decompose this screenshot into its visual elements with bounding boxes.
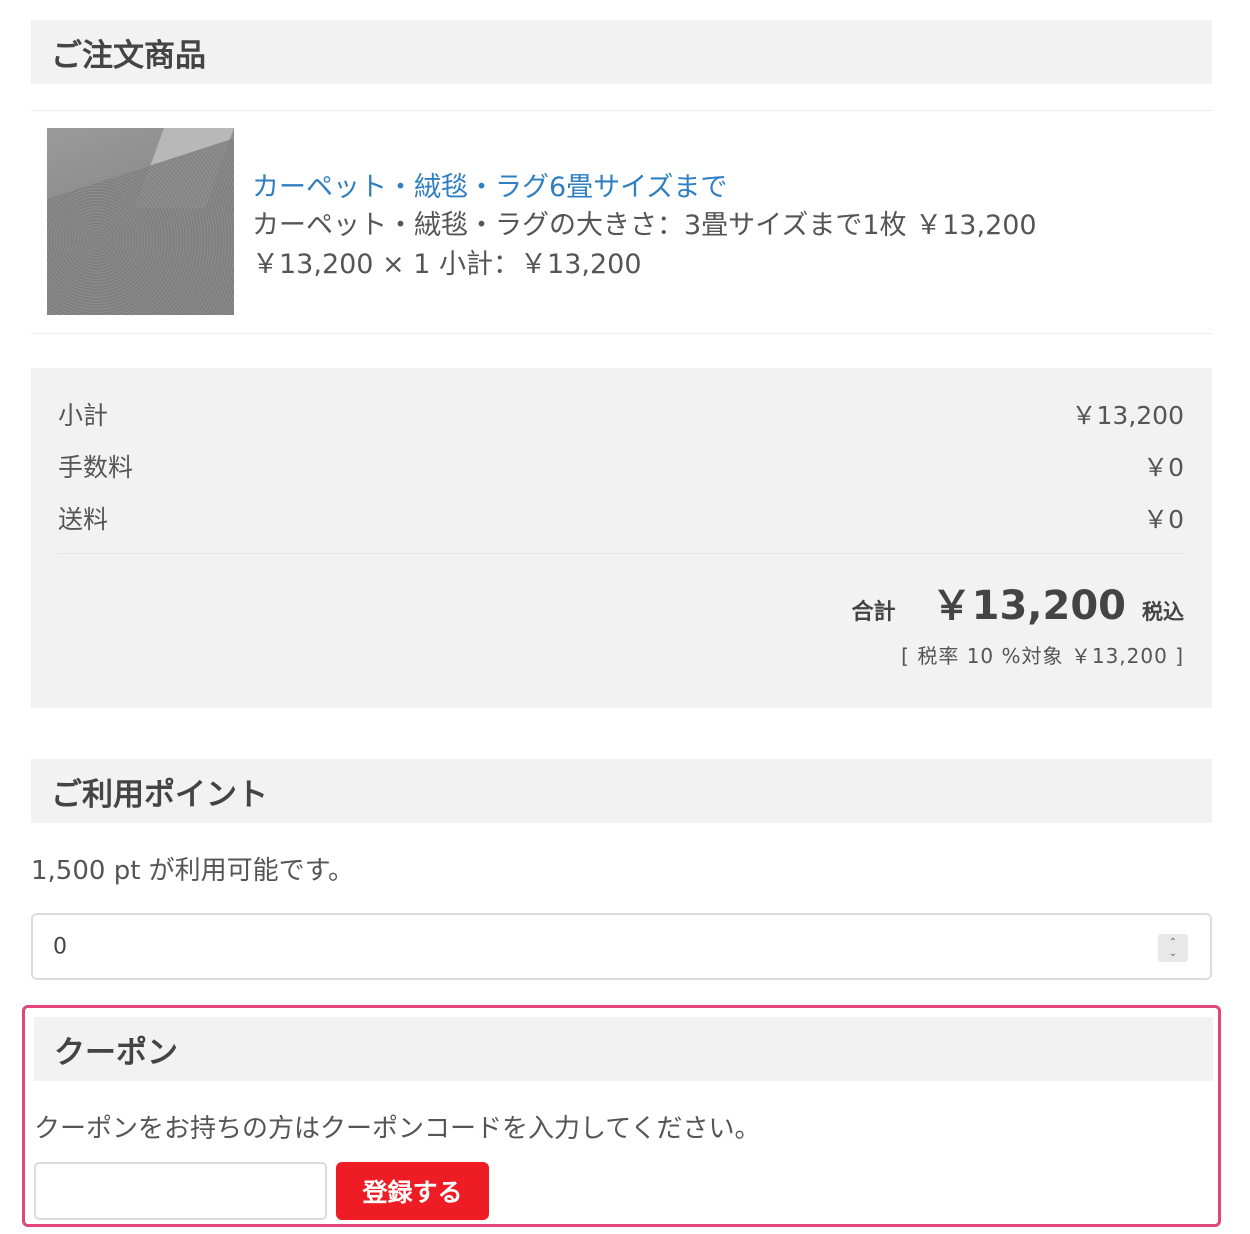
subtotal-row: 小計 ￥13,200 [58,396,1184,432]
total-value: ￥13,200 [931,583,1126,629]
coupon-code-input[interactable] [34,1162,327,1220]
coupon-register-label: 登録する [362,1178,463,1207]
order-items-title: ご注文商品 [51,37,206,74]
shipping-value: ￥0 [1143,505,1184,534]
thumbnail-carpet [47,132,234,315]
product-option-line: カーペット・絨毯・ラグの大きさ：3畳サイズまで1枚 ￥13,200 [252,210,1037,241]
order-items-header: ご注文商品 [31,20,1212,84]
shipping-row: 送料 ￥0 [58,500,1184,536]
subtotal-label: 小計 [58,401,109,430]
points-input-value: 0 [53,934,67,959]
coupon-section: クーポン クーポンをお持ちの方はクーポンコードを入力してください。 登録する [22,1005,1221,1227]
shipping-label: 送料 [58,505,109,534]
totals-divider [58,553,1184,554]
fee-label: 手数料 [58,453,134,482]
totals-panel: 小計 ￥13,200 手数料 ￥0 送料 ￥0 合計 ￥13,200 税込 [ … [31,368,1212,708]
coupon-register-button[interactable]: 登録する [336,1162,489,1220]
coupon-header: クーポン [34,1017,1213,1081]
coupon-title: クーポン [54,1034,178,1071]
points-available-text: 1,500 pt が利用可能です。 [31,856,355,886]
tax-note: [ 税率 10 %対象 ￥13,200 ] [901,644,1184,668]
divider [31,333,1212,334]
total-label: 合計 [851,600,896,625]
chevron-up-icon[interactable]: ⌃ [1169,937,1177,948]
grand-total: 合計 ￥13,200 税込 [852,573,1184,631]
chevron-down-icon[interactable]: ⌄ [1169,948,1177,959]
product-name-link[interactable]: カーペット・絨毯・ラグ6畳サイズまで [252,165,727,204]
fee-row: 手数料 ￥0 [58,448,1184,484]
subtotal-value: ￥13,200 [1071,401,1184,430]
points-title: ご利用ポイント [51,776,268,813]
divider [31,110,1212,111]
tax-included-label: 税込 [1142,600,1184,624]
product-thumbnail[interactable] [47,128,234,315]
coupon-instruction: クーポンをお持ちの方はクーポンコードを入力してください。 [34,1114,761,1144]
points-input[interactable]: 0 ⌃ ⌄ [31,913,1212,980]
points-stepper[interactable]: ⌃ ⌄ [1158,934,1188,962]
fee-value: ￥0 [1143,453,1184,482]
points-header: ご利用ポイント [31,759,1212,823]
product-price-line: ￥13,200 × 1 小計：￥13,200 [252,249,642,280]
